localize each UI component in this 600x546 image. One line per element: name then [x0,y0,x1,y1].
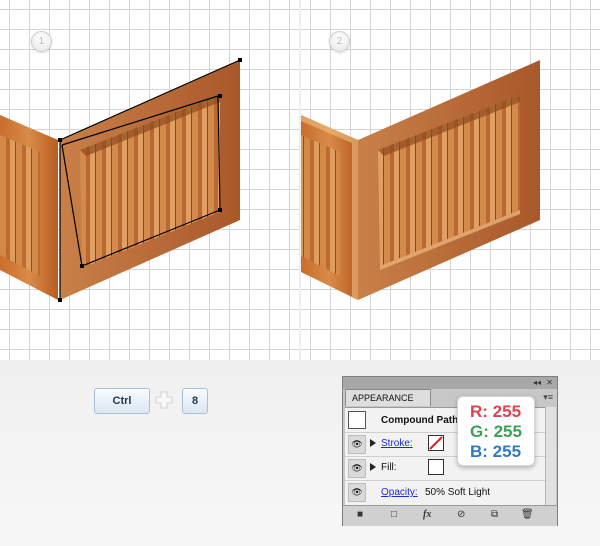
panel-footer: ■ □ fx ⊘ ⧉ 🗑 [343,505,557,526]
object-name: Compound Path [381,415,459,426]
step-badge-2: 2 [329,31,350,52]
opacity-link[interactable]: Opacity: [381,487,418,498]
visibility-eye-icon[interactable]: 👁 [348,483,366,502]
ctrl-key: Ctrl [94,388,150,414]
fx-icon[interactable]: fx [423,509,431,520]
collapse-icon[interactable]: ◂◂ [533,377,541,389]
clear-icon[interactable]: ⊘ [457,509,465,520]
object-thumbnail [348,411,366,429]
red-value: R: 255 [470,402,522,421]
panel-title-bar[interactable]: ◂◂ ✕ [343,377,557,389]
crate-left-side-step2 [301,115,358,300]
tab-appearance[interactable]: APPEARANCE [345,389,431,406]
visibility-eye-icon[interactable]: 👁 [348,459,366,478]
trash-icon[interactable]: 🗑 [521,509,534,520]
opacity-row[interactable]: 👁 Opacity: 50% Soft Light [345,480,545,504]
plus-icon [155,391,173,409]
crate-left-side-step1 [0,115,58,300]
panel-menu-icon[interactable]: ▾≡ [543,392,553,403]
expand-triangle-icon[interactable] [370,463,376,471]
artboard-canvas[interactable]: 1 2 [0,0,600,360]
visibility-eye-icon[interactable]: 👁 [348,435,366,454]
stroke-none-swatch[interactable] [428,435,444,451]
eight-key: 8 [182,388,208,414]
close-icon[interactable]: ✕ [546,377,553,389]
fill-label: Fill: [381,462,397,473]
fill-swatch[interactable] [428,459,444,475]
expand-triangle-icon[interactable] [370,439,376,447]
crate-illustration [0,58,540,302]
square-icon[interactable]: ■ [357,509,363,520]
new-layer-icon[interactable]: □ [391,509,397,520]
opacity-value: 50% Soft Light [425,487,491,498]
stroke-link[interactable]: Stroke: [381,438,413,449]
crate-front-step2 [358,60,540,300]
panel-scrollbar[interactable] [545,407,556,505]
green-value: G: 255 [470,422,522,441]
duplicate-icon[interactable]: ⧉ [491,509,498,520]
step-badge-1: 1 [31,31,52,52]
color-value-tooltip: R: 255 G: 255 B: 255 [457,396,535,466]
blue-value: B: 255 [470,442,522,461]
